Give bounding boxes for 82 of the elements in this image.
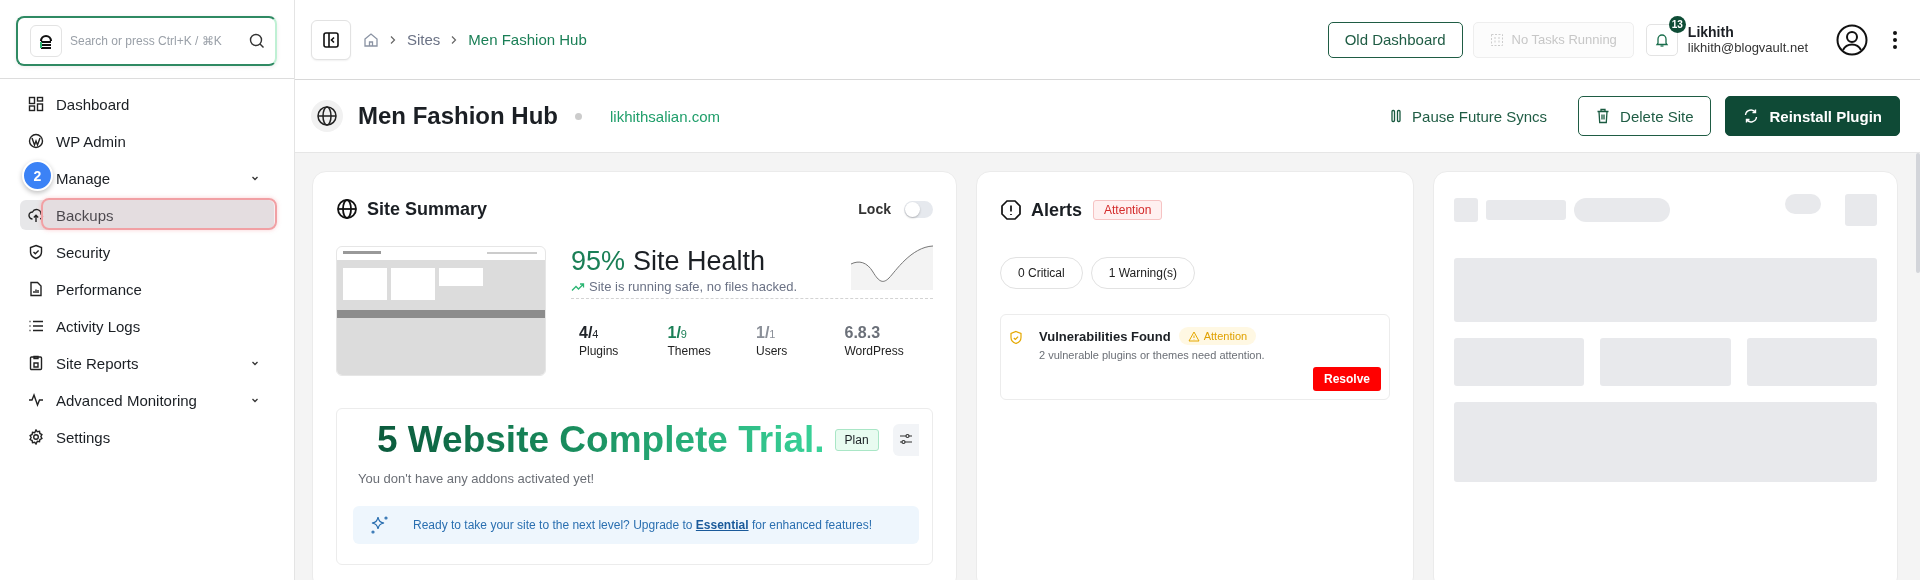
addons-note: You don't have any addons activated yet! (357, 471, 596, 486)
bell-icon (1653, 31, 1670, 48)
sidebar-item[interactable]: Dashboard (20, 89, 274, 119)
card-title: Alerts (1031, 199, 1083, 221)
card-title: Site Summary (367, 198, 488, 220)
refresh-icon (1743, 108, 1760, 124)
stat-label: Users (756, 344, 789, 358)
sidebar-item[interactable]: Activity Logs (20, 311, 274, 341)
home-icon[interactable] (363, 31, 379, 48)
old-dashboard-button[interactable]: Old Dashboard (1327, 21, 1463, 58)
lock-toggle[interactable] (904, 200, 933, 218)
globe-icon (311, 100, 343, 132)
attention-badge: Attention (1093, 200, 1163, 220)
status-dot (575, 112, 582, 120)
trend-up-icon (571, 281, 585, 292)
site-title: Men Fashion Hub (358, 102, 558, 130)
reinstall-plugin-button[interactable]: Reinstall Plugin (1725, 96, 1900, 136)
avatar-icon[interactable] (1836, 23, 1868, 56)
wp-icon (28, 133, 44, 149)
stat-value: 6.8.3 (844, 324, 882, 342)
alert-description: 2 vulnerable plugins or themes need attention. (1039, 349, 1266, 361)
search-icon (249, 33, 265, 49)
breadcrumb-link[interactable]: Men Fashion Hub (468, 31, 587, 48)
lock-label: Lock (858, 201, 891, 217)
breadcrumb-link[interactable]: Sites (407, 31, 441, 48)
tasks-icon (1489, 32, 1504, 47)
filter-button[interactable] (892, 424, 919, 456)
notification-count: 13 (1668, 15, 1686, 33)
scrollbar-thumb[interactable] (1916, 153, 1920, 273)
user-name: Likhith (1687, 24, 1735, 40)
search-field[interactable]: Search or press Ctrl+K / ⌘K (16, 16, 277, 66)
sidebar-item[interactable]: Backups (20, 200, 274, 230)
sidebar-toggle-icon (322, 30, 340, 49)
globe-icon (336, 198, 358, 220)
sidebar-item[interactable]: Advanced Monitoring (20, 385, 274, 415)
upgrade-message: Ready to take your site to the next level? Upgrade to Essential for enhanced features! (413, 518, 872, 532)
warning-icon (1187, 330, 1200, 342)
alert-title: Vulnerabilities Found (1039, 328, 1171, 344)
stat-label: WordPress (844, 344, 905, 358)
step-badge: 2 (22, 160, 53, 191)
sliders-icon (898, 431, 913, 446)
sidebar-item[interactable]: Manage (56, 163, 274, 193)
health-label: Site Health (633, 246, 766, 277)
logo-icon (30, 25, 62, 57)
sidebar-item[interactable]: Settings (20, 422, 274, 452)
alert-filter-pill[interactable]: 1 Warning(s) (1090, 257, 1195, 289)
alert-filter-pill[interactable]: 0 Critical (1000, 257, 1083, 289)
resolve-button[interactable]: Resolve (1312, 367, 1381, 391)
shield-icon (28, 244, 44, 260)
badge-text: Attention (1203, 330, 1248, 342)
delete-site-button[interactable]: Delete Site (1578, 96, 1712, 136)
chevron-right-icon (450, 34, 459, 45)
sidebar-item[interactable]: Performance (20, 274, 274, 304)
stat-value: 1/9 (667, 324, 688, 342)
pause-syncs-button[interactable]: Pause Future Syncs (1373, 96, 1565, 136)
report-icon (28, 355, 44, 371)
stat-value: 4/4 (579, 324, 600, 342)
cloud-icon (28, 207, 44, 223)
stat-label: Plugins (579, 344, 620, 358)
stat-label: Themes (667, 344, 712, 358)
collapse-sidebar-button[interactable] (311, 19, 351, 60)
shield-icon (1009, 330, 1023, 346)
trash-icon (1596, 108, 1611, 124)
gear-icon (28, 429, 44, 445)
sidebar-item[interactable]: Security (20, 237, 274, 267)
user-email: likhith@blogvault.net (1687, 40, 1808, 55)
grid-icon (28, 96, 44, 112)
alert-icon (1000, 199, 1022, 221)
pause-icon (1390, 109, 1403, 123)
doc-icon (28, 281, 44, 297)
stat-value: 1/1 (756, 324, 777, 342)
plan-tag: Plan (834, 429, 879, 451)
chevron-right-icon (389, 34, 397, 45)
health-percent: 95% (571, 246, 626, 277)
sidebar-item[interactable]: WP Admin (20, 126, 274, 156)
more-icon[interactable] (1892, 29, 1898, 50)
sidebar-item[interactable]: Site Reports (20, 348, 274, 378)
pulse-icon (28, 392, 44, 408)
health-status: Site is running safe, no files hacked. (589, 279, 798, 294)
site-domain-link[interactable]: likhithsalian.com (610, 107, 721, 125)
essential-link[interactable]: Essential (695, 518, 749, 532)
list-icon (28, 318, 44, 334)
